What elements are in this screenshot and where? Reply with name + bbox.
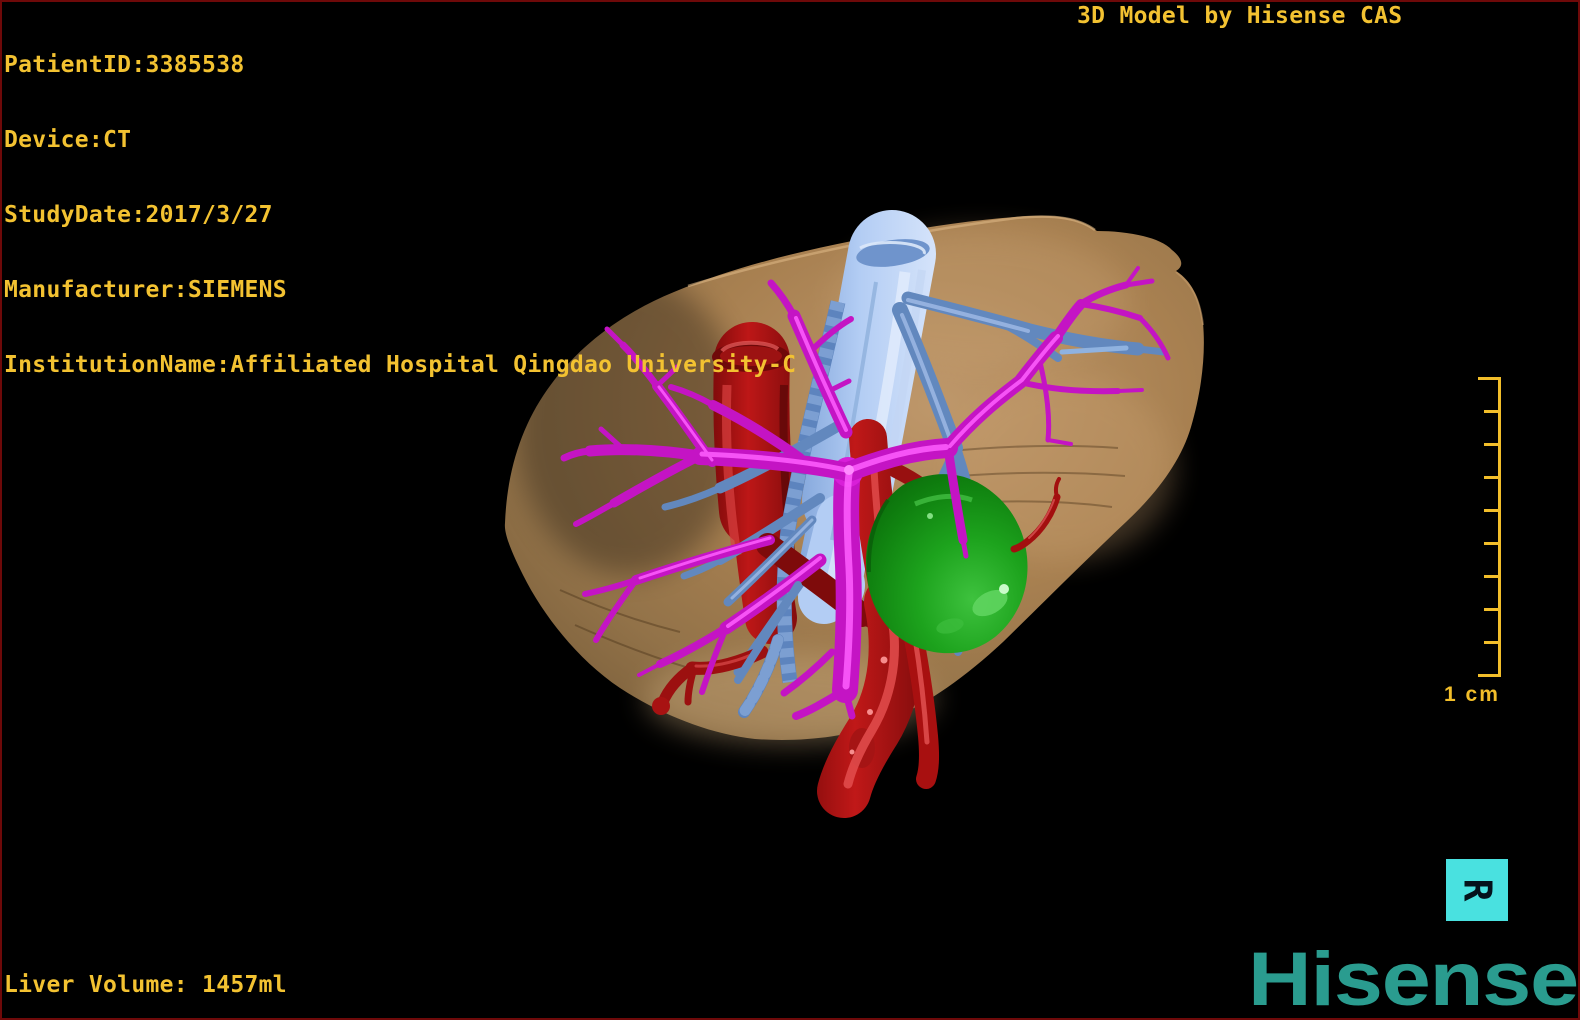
hisense-logo: Hisense (1248, 937, 1579, 1020)
manufacturer-line: Manufacturer:SIEMENS (4, 277, 287, 303)
scale-bar-ticks (1440, 377, 1501, 677)
scale-bar: 1 cm (1440, 377, 1504, 706)
scale-bar-tick (1484, 575, 1498, 578)
scale-bar-tick (1484, 476, 1498, 479)
scale-bar-tick (1478, 674, 1498, 677)
study-date-line: StudyDate:2017/3/27 (4, 202, 273, 228)
scale-bar-label: 1 cm (1444, 683, 1500, 706)
scale-bar-tick (1484, 509, 1498, 512)
scale-bar-tick (1484, 608, 1498, 611)
scale-bar-tick (1484, 410, 1498, 413)
liver-volume-readout: Liver Volume: 1457ml (4, 972, 287, 998)
institution-line: InstitutionName:Affiliated Hospital Qing… (4, 352, 797, 378)
scale-bar-tick (1478, 377, 1498, 380)
orientation-marker: R (1446, 859, 1508, 921)
medical-3d-viewer-window: PatientID:3385538 Device:CT StudyDate:20… (0, 0, 1580, 1020)
scale-bar-tick (1484, 443, 1498, 446)
scale-bar-tick (1484, 542, 1498, 545)
patient-info-overlay: PatientID:3385538 Device:CT StudyDate:20… (4, 3, 796, 428)
patient-id-line: PatientID:3385538 (4, 52, 245, 78)
device-line: Device:CT (4, 127, 132, 153)
orientation-letter: R (1454, 878, 1499, 902)
scale-bar-tick (1484, 641, 1498, 644)
credit-text: 3D Model by Hisense CAS (1077, 3, 1403, 29)
